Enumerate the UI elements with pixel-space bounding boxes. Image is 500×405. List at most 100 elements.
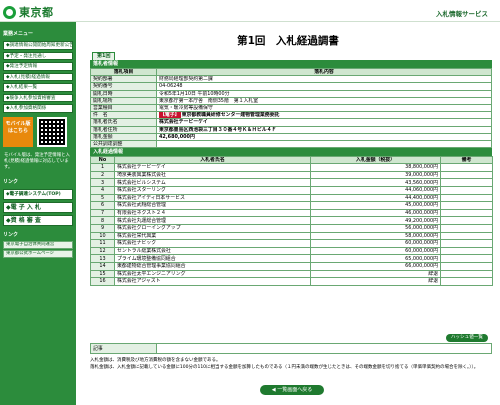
memo-table: 記事: [90, 343, 492, 354]
bid-note: [440, 261, 493, 271]
link-joint-e-government[interactable]: 東京電子自治体共同運営: [3, 240, 73, 249]
qr-code-icon: [37, 116, 67, 147]
table-row: 15 株式会社太平エンジニアリング 辞退: [90, 269, 493, 279]
bid-note: [440, 201, 493, 210]
bid-table: No 入札者氏名 入札金額（税抜） 備考 1 株式会社テーピーケイ 38,800,0…: [90, 155, 493, 286]
bid-note: [440, 170, 493, 180]
bid-note: [440, 185, 493, 195]
table-row: 10 株式会社栄代興業 58,000,000円: [90, 231, 493, 241]
menu-heading: 業務メニュー: [3, 31, 34, 37]
info-value: 電気・暖冷房等設備保守: [156, 103, 492, 113]
bid-no: 15: [90, 269, 115, 279]
bid-no: 10: [90, 231, 115, 241]
sidebar-item-public-notice[interactable]: ◆調達情報公開開始周知更新公告: [3, 41, 73, 50]
bid-note: [440, 231, 493, 241]
bid-amount: 44,060,000円: [310, 185, 441, 195]
bid-amount: 65,000,000円: [310, 254, 441, 263]
hash-list-button[interactable]: ハッシュ値一覧: [445, 334, 488, 342]
bidder-name: セントラル総業株式会社: [114, 246, 311, 256]
bid-amount: 43,560,000円: [310, 178, 441, 187]
bid-note: [440, 178, 493, 187]
tab-round-1[interactable]: 第1回: [92, 52, 116, 60]
bidder-name: 有限会社ネクスト２４: [114, 208, 311, 218]
sidebar-item-qualification-check[interactable]: ◆資 格 審 査: [3, 214, 73, 226]
tokyo-logo[interactable]: 東京都: [3, 4, 54, 20]
sidebar-item-qualification[interactable]: ◆入札参加資格関係: [3, 104, 73, 113]
bid-amount: 辞退: [310, 277, 441, 286]
links-heading-2: リンク: [3, 231, 19, 238]
table-row: 1 株式会社テーピーケイ 38,800,000円: [90, 163, 493, 172]
mobile-version-button[interactable]: モバイル版 はこちら: [3, 116, 33, 147]
bid-amount: 56,000,000円: [310, 223, 441, 233]
info-header-content: 落札内容: [156, 67, 492, 77]
bidder-name: 東都建物総合管理事業協同組合: [114, 261, 311, 271]
bid-no: 8: [90, 216, 115, 225]
table-row: 9 株式会社グローイングアップ 56,000,000円: [90, 223, 493, 233]
sidebar-item-order-plan[interactable]: ◆発注予定情報: [3, 62, 73, 71]
bid-no: 7: [90, 208, 115, 218]
bid-no: 11: [90, 239, 115, 248]
bid-no: 12: [90, 246, 115, 256]
table-row: 8 株式会社丸運総合管理 49,200,000円: [90, 216, 493, 225]
bidder-name: 株式会社丸運総合管理: [114, 216, 311, 225]
footnote: 入札金額は、消費税及び地方消費税の額を含まない金額である。 落札金額は、入札金額…: [90, 358, 479, 370]
sidebar-item-qualification-review[interactable]: ◆競争入札参加資格審査: [3, 93, 73, 102]
info-key: 開札場所: [90, 96, 157, 105]
bidder-name: 株式会社スターリング: [114, 185, 311, 195]
bid-amount: 46,000,000円: [310, 208, 441, 218]
bid-no: 4: [90, 185, 115, 195]
sidebar-item-bid-progress[interactable]: ◆入札(見積)経過情報: [3, 72, 73, 81]
info-value: 東京都庁第一本庁舎 南側35階 第１入札室: [156, 96, 492, 105]
sidebar-item-procurement-top[interactable]: ◆電子調達システム(TOP): [3, 188, 73, 200]
bid-no: 3: [90, 178, 115, 187]
info-key: 件 名: [90, 111, 157, 120]
info-value-subject: 【電子】 東京都教職員研修センター建物管理業務委託: [156, 111, 492, 120]
back-to-list-button[interactable]: ◀ 一覧画面へ戻る: [260, 385, 324, 395]
main-content: 第1回 入札経過調書 第1回 落札者情報 落札項目 落札内容 契約部署 財務局経理…: [84, 22, 493, 405]
tokyo-emblem-icon: [3, 5, 16, 19]
bid-amount: 58,000,000円: [310, 231, 441, 241]
bidder-name: 株式会社太平エンジニアリング: [114, 269, 311, 279]
info-key: 公共調達調整: [90, 139, 157, 149]
info-value: 東京都豊島区西池袋三丁目３０番４号Ｋ＆Ｈビル４Ｆ: [156, 125, 492, 134]
table-row: 7 有限会社ネクスト２４ 46,000,000円: [90, 208, 493, 218]
bidder-name: 株式会社栄代興業: [114, 231, 311, 241]
service-title: 入札情報サービス: [436, 10, 488, 18]
info-key: 契約番号: [90, 82, 157, 91]
bid-no: 9: [90, 223, 115, 233]
bid-amount: 66,000,000円: [310, 261, 441, 271]
info-key: 契約部署: [90, 75, 157, 84]
bid-note: [440, 254, 493, 263]
info-value: 令和5年1月10日 午前10時00分: [156, 89, 492, 98]
sidebar-item-outlook[interactable]: ◆予定・発注見通し: [3, 51, 73, 60]
winner-info-table: 落札項目 落札内容 契約部署 財務局経理部契約第二課 契約番号 04-06248 開…: [90, 67, 492, 149]
bidder-name: 株式会社グローイングアップ: [114, 223, 311, 233]
bid-no: 16: [90, 277, 115, 286]
bidder-name: 埼京美装興業株式会社: [114, 170, 311, 180]
info-header-item: 落札項目: [90, 67, 157, 77]
info-value: [156, 139, 492, 149]
sidebar-item-bid-results[interactable]: ◆入札結果一覧: [3, 83, 73, 92]
bid-note: [440, 223, 493, 233]
info-key: 開札日時: [90, 89, 157, 98]
bid-note: [440, 246, 493, 256]
bid-amount: 44,400,000円: [310, 193, 441, 203]
info-value: 株式会社テーピーケイ: [156, 118, 492, 127]
bid-header-name: 入札者氏名: [114, 155, 311, 165]
info-value: 財務局経理部契約第二課: [156, 75, 492, 84]
bid-header-no: No: [90, 155, 115, 165]
table-row: 3 株式会社ビルシステム 43,560,000円: [90, 178, 493, 187]
info-value: 42,680,000円: [156, 132, 492, 141]
bidder-name: 株式会社アイディ日本サービス: [114, 193, 311, 203]
link-tokyo-official[interactable]: 東京都公式ホームページ: [3, 249, 73, 258]
sidebar-item-e-bidding[interactable]: ◆電 子 入 札: [3, 201, 73, 213]
table-row: 11 株式会社ナビック 60,000,000円: [90, 239, 493, 248]
table-row: 16 株式会社アジャスト 辞退: [90, 277, 493, 286]
header: 東京都 入札情報サービス: [0, 0, 500, 22]
bidder-name: 株式会社ナビック: [114, 239, 311, 248]
bid-amount: 49,200,000円: [310, 216, 441, 225]
page-title: 第1回 入札経過調書: [237, 35, 339, 47]
bid-header-amount: 入札金額（税抜）: [310, 155, 441, 165]
bidder-name: 株式会社武翔総合管理: [114, 201, 311, 210]
bid-amount: 45,000,000円: [310, 201, 441, 210]
